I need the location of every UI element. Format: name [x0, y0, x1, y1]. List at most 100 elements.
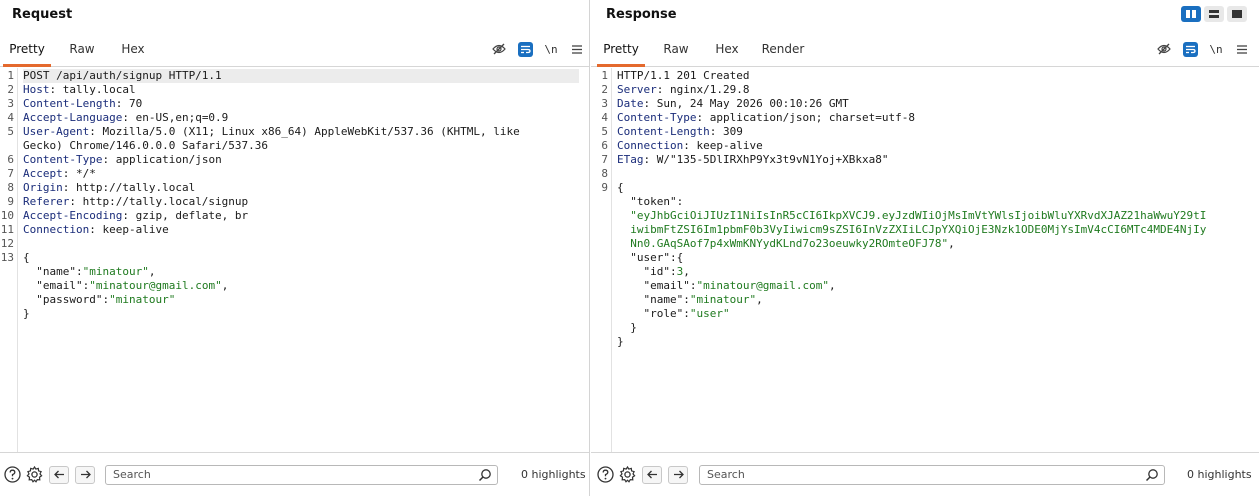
request-editor[interactable]: 1 POST /api/auth/signup HTTP/1.1 2 Host: ta… — [0, 68, 589, 452]
header-name: Connection — [617, 139, 684, 152]
line-content: "eyJhbGciOiJIUzI1NiIsInR5cCI6IkpXVCJ9.ey… — [617, 209, 1206, 223]
line-number: 13 — [0, 251, 14, 264]
code-text: : application/json — [102, 153, 222, 166]
line-content: "email":"minatour@gmail.com", — [23, 279, 228, 293]
line-content: Content-Length: 309 — [617, 125, 743, 139]
hamburger-menu-icon[interactable] — [1229, 40, 1255, 58]
line-number: 1 — [7, 69, 14, 82]
code-line: 6 Content-Type: application/json — [0, 153, 589, 167]
code-text: : — [670, 265, 677, 278]
request-tab-raw[interactable]: Raw — [62, 36, 102, 67]
code-line: 8 — [594, 167, 1259, 181]
response-search-box — [699, 464, 1165, 485]
code-text: : — [683, 307, 690, 320]
line-number: 5 — [7, 125, 14, 138]
code-line: "user":{ — [594, 251, 1259, 265]
code-line: 2 Server: nginx/1.29.8 — [594, 83, 1259, 97]
line-content: User-Agent: Mozilla/5.0 (X11; Linux x86_… — [23, 125, 520, 139]
json-key: "password" — [36, 293, 103, 306]
line-content: ETag: W/"135-5DlIRXhP9Yx3t9vN1Yoj+XBkxa8… — [617, 153, 889, 167]
response-editor[interactable]: 1 HTTP/1.1 201 Created 2 Server: nginx/1.29… — [591, 68, 1259, 452]
request-tab-pretty[interactable]: Pretty — [3, 36, 51, 67]
arrow-left-icon[interactable] — [49, 465, 69, 484]
request-pane: Request Pretty Raw Hex \n 1 POST /api/aut… — [0, 0, 590, 496]
line-content: Server: nginx/1.29.8 — [617, 83, 749, 97]
response-search-input[interactable] — [700, 465, 1164, 484]
line-content: iwibmFtZSI6Im1pbmF0b3VyIiwicm9sZSI6InVzZ… — [617, 223, 1206, 237]
line-content: Gecko) Chrome/146.0.0.0 Safari/537.36 — [23, 139, 268, 153]
response-tab-pretty[interactable]: Pretty — [597, 36, 645, 67]
help-icon[interactable] — [3, 466, 21, 484]
line-content: Nn0.GAqSAof7p4xWmKNYydKLnd7o23oeuwky2ROm… — [617, 237, 955, 251]
arrow-left-icon[interactable] — [642, 465, 662, 484]
code-text: , — [148, 265, 156, 278]
code-text: : — [76, 265, 83, 278]
code-line: "id":3, — [594, 265, 1259, 279]
text-wrap-icon[interactable] — [512, 40, 538, 58]
code-line: 12 — [0, 237, 589, 251]
line-number: 10 — [0, 209, 14, 222]
gear-icon[interactable] — [618, 466, 636, 484]
code-text: : en-US,en;q=0.9 — [122, 111, 229, 124]
header-name: Accept-Encoding — [23, 209, 123, 222]
help-icon[interactable] — [596, 466, 614, 484]
eye-slash-icon[interactable] — [1151, 40, 1177, 58]
code-text: , — [948, 237, 955, 250]
response-tab-render[interactable]: Render — [758, 36, 808, 67]
line-content: HTTP/1.1 201 Created — [617, 69, 749, 83]
search-icon — [1145, 468, 1159, 485]
text-wrap-icon[interactable] — [1177, 40, 1203, 58]
header-name: Accept — [23, 167, 63, 180]
line-content: POST /api/auth/signup HTTP/1.1 — [23, 69, 579, 83]
line-content: } — [617, 321, 637, 335]
line-content: "name":"minatour", — [23, 265, 155, 279]
code-line: 1 POST /api/auth/signup HTTP/1.1 — [0, 69, 589, 83]
arrow-right-icon[interactable] — [75, 465, 95, 484]
line-content: Origin: http://tally.local — [23, 181, 195, 195]
json-value: iwibmFtZSI6Im1pbmF0b3VyIiwicm9sZSI6InVzZ… — [617, 223, 1207, 236]
tabbed-layout-icon[interactable] — [1227, 6, 1247, 22]
line-number: 6 — [7, 153, 14, 166]
code-text: } — [617, 321, 637, 334]
code-text: : http://tally.local — [62, 181, 196, 194]
request-bottom-bar: 0 highlights — [0, 452, 589, 496]
code-text: : gzip, deflate, br — [122, 209, 249, 222]
response-tab-hex[interactable]: Hex — [708, 36, 746, 67]
hamburger-menu-icon[interactable] — [564, 40, 590, 58]
response-tab-raw[interactable]: Raw — [656, 36, 696, 67]
request-toolbar: \n — [486, 40, 590, 58]
json-value: "minatour" — [82, 265, 149, 278]
line-number: 12 — [0, 237, 14, 250]
request-search-input[interactable] — [106, 465, 497, 484]
code-text: : W/"135-5DlIRXhP9Yx3t9vN1Yoj+XBkxa8" — [643, 153, 889, 166]
code-line: 10 Accept-Encoding: gzip, deflate, br — [0, 209, 589, 223]
line-number: 4 — [601, 111, 608, 124]
response-toolbar: \n — [1151, 40, 1255, 58]
layout-toggle — [1181, 6, 1247, 22]
code-text: : keep-alive — [683, 139, 763, 152]
json-key: "email" — [36, 279, 83, 292]
line-content: } — [23, 307, 30, 321]
header-name: Referer — [23, 195, 70, 208]
eye-slash-icon[interactable] — [486, 40, 512, 58]
header-name: Date — [617, 97, 644, 110]
line-number: 3 — [601, 97, 608, 110]
gear-icon[interactable] — [25, 466, 43, 484]
newline-toggle[interactable]: \n — [1203, 40, 1229, 58]
request-highlights-count: 0 highlights — [521, 468, 586, 481]
side-by-side-layout-icon[interactable] — [1181, 6, 1201, 22]
newline-toggle[interactable]: \n — [538, 40, 564, 58]
json-value: "minatour" — [109, 293, 176, 306]
arrow-right-icon[interactable] — [668, 465, 688, 484]
response-pane: Response Pretty Raw Hex Render \n 1 HTTP/… — [591, 0, 1259, 496]
line-content: "role":"user" — [617, 307, 730, 321]
code-line: 2 Host: tally.local — [0, 83, 589, 97]
code-text: Gecko) Chrome/146.0.0.0 Safari/537.36 — [23, 139, 269, 152]
code-line: 4 Accept-Language: en-US,en;q=0.9 — [0, 111, 589, 125]
stacked-layout-icon[interactable] — [1204, 6, 1224, 22]
request-tab-hex[interactable]: Hex — [114, 36, 152, 67]
line-content: { — [23, 251, 30, 265]
